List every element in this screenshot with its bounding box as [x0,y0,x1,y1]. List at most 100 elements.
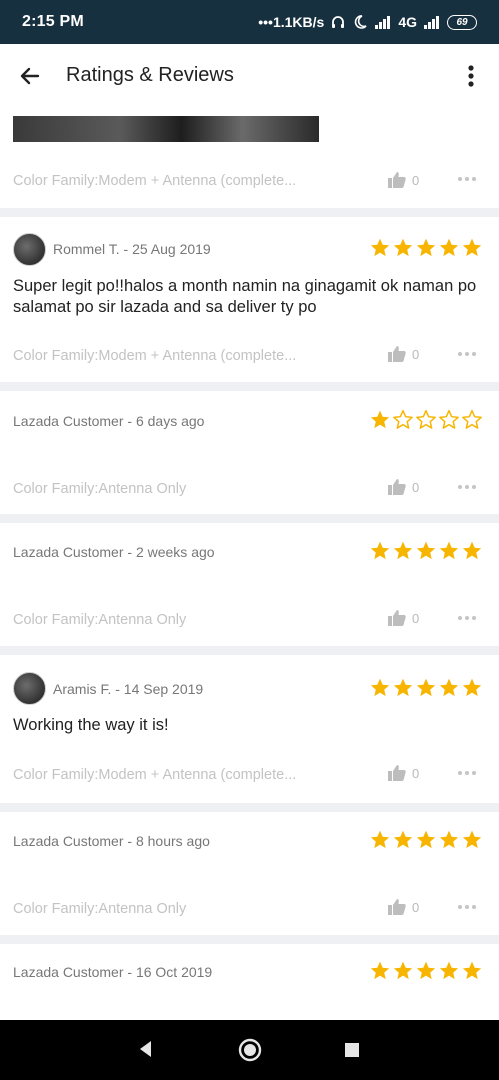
review-text: Super legit po!!halos a month namin na g… [13,277,477,316]
like-button[interactable]: 0 [388,346,419,362]
star-filled-icon [393,678,413,697]
review-sku: Color Family:Antenna Only [13,901,187,917]
status-icons: •••1.1KB/s 4G 69 [258,14,477,30]
divider [0,803,499,812]
divider [0,935,499,944]
reviewer-info: Rommel T. - 25 Aug 2019 [53,241,211,257]
star-rating [369,677,483,699]
review-text: Working the way it is! [13,716,169,734]
star-filled-icon [370,238,390,257]
star-rating [369,409,483,431]
star-rating [369,237,483,259]
thumbs-up-icon [388,346,406,362]
star-filled-icon [416,238,436,257]
divider [0,208,499,217]
star-filled-icon [370,541,390,560]
like-button[interactable]: 0 [388,610,419,626]
avatar [13,233,46,266]
star-filled-icon [439,830,459,849]
more-horizontal-icon[interactable] [458,768,476,778]
like-button[interactable]: 0 [388,172,419,188]
more-horizontal-icon[interactable] [458,174,476,184]
star-filled-icon [462,238,482,257]
nav-home-button[interactable] [238,1038,262,1067]
home-circle-icon [238,1038,262,1062]
thumbs-up-icon [388,765,406,781]
reviewer-info: Lazada Customer - 6 days ago [13,413,205,429]
star-rating [369,829,483,851]
moon-icon [352,14,368,30]
star-filled-icon [370,961,390,980]
like-count: 0 [412,610,420,626]
star-outline-icon [393,409,413,429]
review-item: Lazada Customer - 6 days ago Color Famil… [0,391,499,514]
status-bar: 2:15 PM •••1.1KB/s 4G 69 [0,0,499,44]
review-photo[interactable] [13,116,319,142]
like-button[interactable]: 0 [388,765,419,781]
signal-icon [374,15,392,29]
thumbs-up-icon [388,899,406,915]
network-type: 4G [398,14,417,30]
like-button[interactable]: 0 [388,479,419,495]
reviewer-info: Lazada Customer - 8 hours ago [13,833,210,849]
headphones-icon [330,14,346,30]
reviewer-info: Aramis F. - 14 Sep 2019 [53,681,204,697]
star-filled-icon [393,830,413,849]
more-horizontal-icon[interactable] [458,349,476,359]
star-filled-icon [370,678,390,697]
star-rating [369,540,483,562]
avatar [13,672,46,705]
star-filled-icon [462,830,482,849]
star-filled-icon [370,830,390,849]
like-button[interactable]: 0 [388,899,419,915]
star-filled-icon [393,238,413,257]
nav-recents-button[interactable] [344,1042,360,1063]
more-options-button[interactable] [459,60,483,92]
star-outline-icon [462,409,482,429]
review-item: Lazada Customer - 16 Oct 2019 [0,944,499,1020]
star-filled-icon [439,961,459,980]
review-sku: Color Family:Antenna Only [13,612,187,628]
star-filled-icon [393,961,413,980]
more-horizontal-icon[interactable] [458,902,476,912]
star-filled-icon [462,961,482,980]
triangle-back-icon [140,1041,151,1057]
more-horizontal-icon[interactable] [458,613,476,623]
star-filled-icon [416,961,436,980]
review-item: Color Family:Modem + Antenna (complete..… [0,108,499,208]
like-count: 0 [412,172,420,188]
review-sku: Color Family:Modem + Antenna (complete..… [13,173,297,189]
square-recents-icon [345,1043,359,1057]
star-filled-icon [462,541,482,560]
review-item: Aramis F. - 14 Sep 2019 Working the way … [0,655,499,803]
arrow-left-icon [20,67,40,85]
like-count: 0 [412,899,420,915]
page-title: Ratings & Reviews [66,64,234,86]
more-horizontal-icon[interactable] [458,482,476,492]
net-speed: •••1.1KB/s [258,14,325,30]
star-filled-icon [439,238,459,257]
system-nav-bar [0,1020,499,1080]
star-filled-icon [439,678,459,697]
review-sku: Color Family:Antenna Only [13,481,187,497]
star-rating [369,960,483,982]
divider [0,646,499,655]
divider [0,382,499,391]
star-filled-icon [416,830,436,849]
star-filled-icon [393,541,413,560]
review-sku: Color Family:Modem + Antenna (complete..… [13,767,297,783]
star-outline-icon [439,409,459,429]
app-bar: Ratings & Reviews [0,44,499,108]
reviews-list[interactable]: Color Family:Modem + Antenna (complete..… [0,108,499,1020]
thumbs-up-icon [388,172,406,188]
thumbs-up-icon [388,479,406,495]
back-button[interactable] [14,60,46,92]
reviewer-info: Lazada Customer - 2 weeks ago [13,544,215,560]
divider [0,514,499,523]
review-item: Lazada Customer - 8 hours ago Color Fami… [0,812,499,935]
review-sku: Color Family:Modem + Antenna (complete..… [13,348,297,364]
star-filled-icon [416,541,436,560]
more-vertical-icon [468,65,474,87]
star-filled-icon [462,678,482,697]
nav-back-button[interactable] [137,1038,153,1065]
